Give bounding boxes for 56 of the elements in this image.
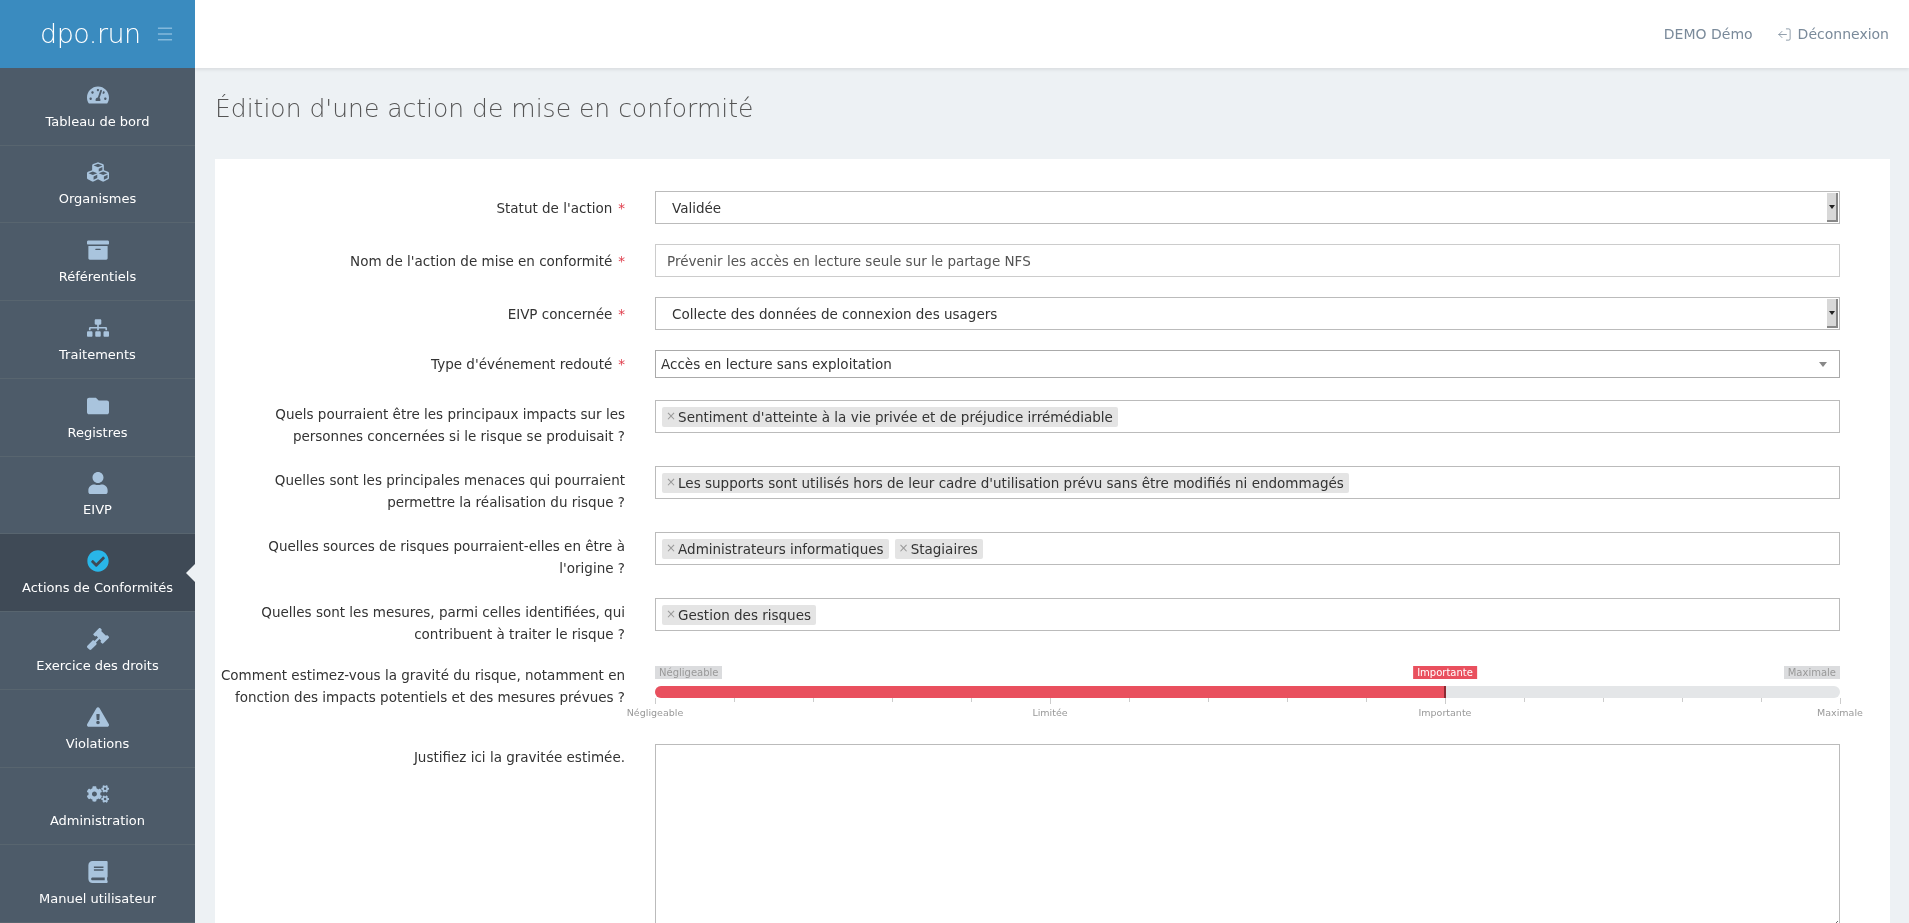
slider-min-label: Négligeable (655, 666, 723, 679)
tags-field[interactable]: ×Les supports sont utilisés hors de leur cadre d'utilisation prévu sans être modifiés ni endommagés (655, 466, 1840, 499)
gears-icon (86, 783, 109, 806)
user-name[interactable]: DEMO Démo (1663, 26, 1753, 42)
sidebar-item[interactable]: Registres (0, 378, 195, 457)
field-label: Comment estimez-vous la gravité du risque, notamment en fonction des impacts potentiels et des mesures prévues ? (219, 666, 625, 707)
archive-box-icon (86, 239, 109, 262)
warning-icon (86, 705, 109, 728)
field-label: Nom de l'action de mise en conformité * (349, 252, 625, 271)
dropdown-arrow-icon (1819, 361, 1827, 367)
tags-field[interactable]: ×Gestion des risques (655, 598, 1840, 631)
field-label: EIVP concernée * (506, 305, 625, 324)
tag: ×Les supports sont utilisés hors de leur cadre d'utilisation prévu sans être modifiés ni endommagés (662, 472, 1349, 493)
tag: ×Administrateurs informatiques (662, 538, 889, 559)
input-field[interactable]: Prévenir les accès en lecture seule sur le partage NFS (655, 244, 1840, 277)
sidebar-item[interactable]: Traitements (0, 301, 195, 379)
slider-tick-label: Limitée (1032, 707, 1068, 718)
page-title: Édition d'une action de mise en conformité (214, 93, 755, 125)
tags-field[interactable]: ×Sentiment d'atteinte à la vie privée et de préjudice irrémédiable (655, 400, 1840, 433)
field-label: Justifiez ici la gravitée estimée. (412, 748, 625, 767)
select-field[interactable]: Collecte des données de connexion des usagers (655, 297, 1840, 330)
slider-tick-label: Maximale (1817, 707, 1863, 718)
slider-handle[interactable] (1444, 686, 1447, 698)
select-field[interactable]: Validée (655, 191, 1840, 224)
field-label: Quels pourraient être les principaux impacts sur les personnes concernées si le risque se produisait ? (274, 405, 625, 446)
sidebar-item[interactable]: Tableau de bord (0, 67, 195, 146)
field-label: Quelles sources de risques pourraient-elles en être à l'origine ? (267, 537, 625, 578)
slider-tick-label: Importante (1418, 707, 1472, 718)
field-label: Statut de l'action * (495, 199, 625, 218)
active-pointer-icon (186, 564, 195, 583)
slider-tick-label: Négligeable (626, 707, 684, 718)
select-field[interactable]: Accès en lecture sans exploitation (655, 350, 1840, 378)
slider-value-label: Importante (1413, 666, 1477, 679)
logo[interactable]: dpo.run (40, 18, 141, 50)
book-icon (86, 861, 109, 884)
field-label: Quelles sont les mesures, parmi celles identifiées, qui contribuent à traiter le risque ? (260, 603, 625, 644)
sidebar-item[interactable]: Organismes (0, 145, 195, 224)
sidebar-item[interactable]: Administration (0, 767, 195, 846)
field-label: Type d'événement redouté * (430, 355, 625, 374)
sidebar-item[interactable]: Actions de Conformités (0, 534, 195, 613)
tag: ×Gestion des risques (662, 604, 816, 625)
logout-link[interactable]: Déconnexion (1776, 26, 1889, 42)
cubes-icon (86, 161, 109, 184)
user-icon (86, 472, 109, 495)
sidebar-item[interactable]: Référentiels (0, 223, 195, 302)
tag: ×Stagiaires (894, 538, 983, 559)
logout-icon (1776, 26, 1792, 42)
field-label: Quelles sont les principales menaces qui pourraient permettre la réalisation du risque ? (273, 471, 625, 512)
sitemap-icon (86, 316, 109, 339)
tag: ×Sentiment d'atteinte à la vie privée et de préjudice irrémédiable (662, 406, 1118, 427)
sidebar-item[interactable]: Violations (0, 689, 195, 768)
sidebar-item[interactable]: Manuel utilisateur (0, 845, 195, 923)
slider-track[interactable] (655, 686, 1840, 698)
slider-max-label: Maximale (1783, 666, 1840, 679)
sidebar-item[interactable]: Exercice des droits (0, 612, 195, 690)
gavel-icon (86, 627, 109, 650)
